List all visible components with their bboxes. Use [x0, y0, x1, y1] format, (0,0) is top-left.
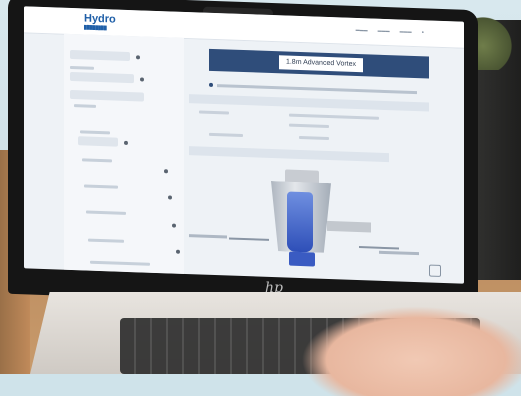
menu-icon[interactable]: ● — [422, 29, 424, 34]
sidebar-select[interactable] — [70, 71, 134, 84]
row-value — [299, 135, 329, 141]
section-header — [189, 146, 389, 163]
field-label — [88, 238, 124, 243]
field-label — [84, 184, 118, 189]
row-label — [209, 132, 243, 137]
field-label — [70, 65, 94, 70]
info-icon[interactable] — [176, 249, 180, 254]
numeric-input[interactable] — [78, 136, 118, 147]
info-icon[interactable] — [140, 77, 144, 82]
callout-label — [379, 250, 419, 256]
vortex-diagram — [189, 168, 419, 282]
info-icon[interactable] — [172, 223, 176, 228]
info-icon — [209, 82, 213, 87]
info-icon[interactable] — [164, 169, 168, 174]
main-content: 1.8m Advanced Vortex — [189, 38, 449, 283]
brand-logo[interactable]: Hydro — [84, 12, 116, 25]
field-label — [86, 210, 126, 215]
top-nav-link[interactable]: ▬▬▬ — [400, 28, 412, 33]
section-header — [189, 94, 429, 112]
brand-subline: ████████ — [84, 24, 107, 31]
laptop-lid: Hydro ████████ ▬▬▬ ▬▬▬ ▬▬▬ ● 1.8m Advanc… — [8, 0, 478, 311]
top-nav-link[interactable]: ▬▬▬ — [378, 28, 390, 33]
callout-line — [229, 237, 269, 241]
callout-line — [359, 246, 399, 250]
row-value — [289, 123, 329, 129]
info-icon[interactable] — [136, 55, 140, 60]
laptop-screen: Hydro ████████ ▬▬▬ ▬▬▬ ▬▬▬ ● 1.8m Advanc… — [24, 6, 464, 284]
field-label — [90, 260, 150, 266]
sidebar-form — [64, 33, 184, 274]
row-value — [289, 113, 379, 120]
top-nav-link[interactable]: ▬▬▬ — [356, 27, 368, 32]
callout-label — [189, 234, 227, 239]
outlet-pipe — [327, 220, 371, 233]
top-nav-links: ▬▬▬ ▬▬▬ ▬▬▬ ● — [356, 27, 424, 34]
field-label — [80, 130, 110, 135]
info-icon[interactable] — [168, 195, 172, 200]
sidebar-select[interactable] — [70, 89, 144, 102]
info-text-placeholder — [217, 84, 417, 95]
info-icon[interactable] — [124, 140, 128, 145]
base-outlet — [289, 251, 315, 267]
info-message — [209, 81, 429, 97]
field-label — [82, 158, 112, 163]
title-bar: 1.8m Advanced Vortex — [209, 48, 429, 79]
vortex-flow — [287, 191, 313, 253]
sidebar-select[interactable] — [70, 49, 130, 62]
hand — [301, 306, 521, 396]
field-label — [74, 104, 96, 108]
row-label — [199, 110, 229, 115]
page-title: 1.8m Advanced Vortex — [279, 55, 363, 73]
